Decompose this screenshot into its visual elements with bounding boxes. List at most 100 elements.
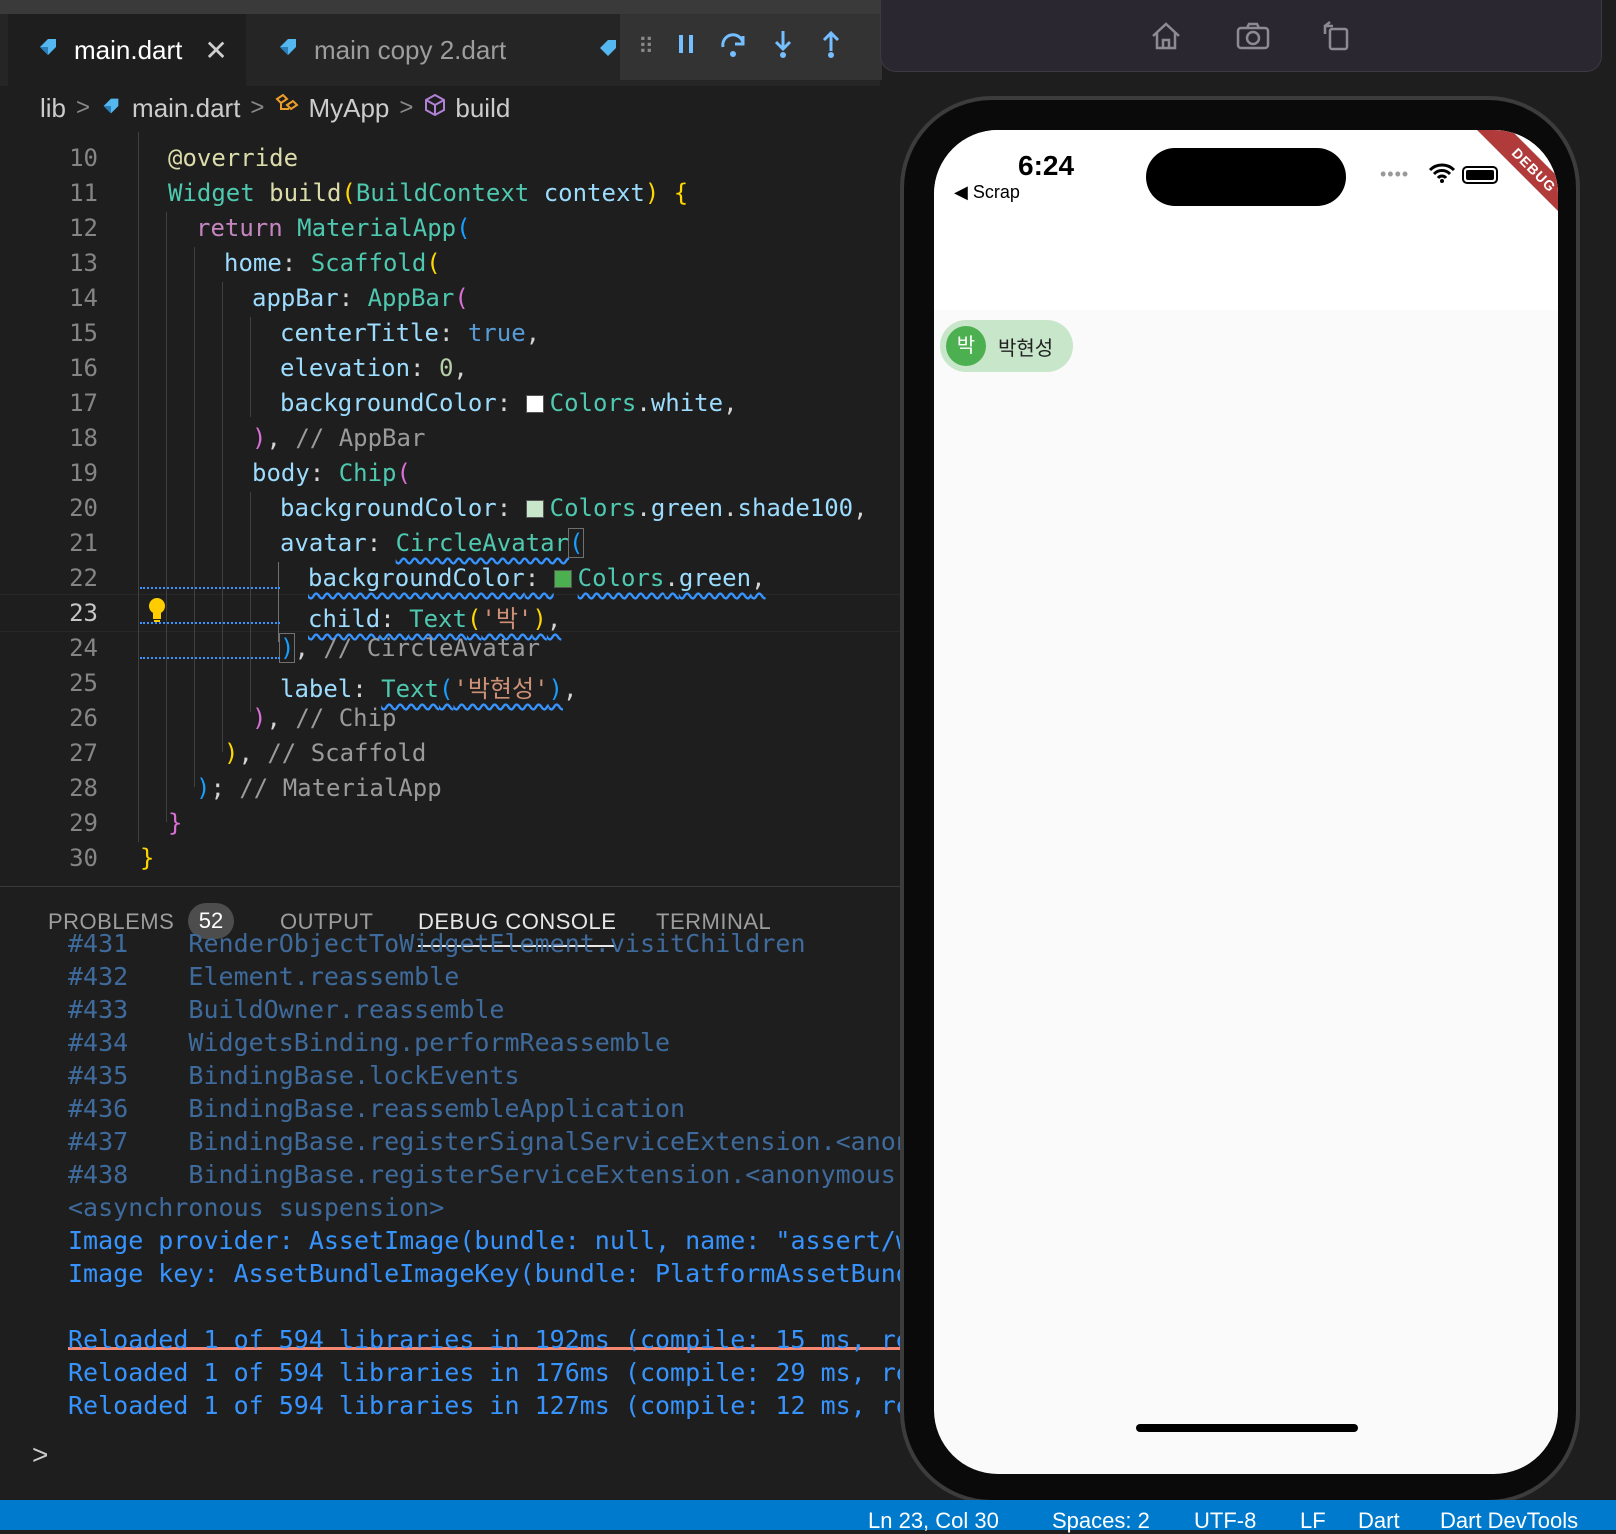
breadcrumb-class[interactable]: MyApp [308, 93, 389, 124]
close-icon[interactable]: ✕ [204, 34, 227, 67]
chip-label: 박현성 [998, 337, 1054, 360]
line-number: 21 [69, 529, 98, 557]
console-line: #432 Element.reassemble [68, 962, 460, 991]
color-swatch-green-shade100[interactable] [525, 500, 544, 518]
status-time: 6:24 [1018, 150, 1075, 181]
console-line: #433 BuildOwner.reassemble [68, 995, 505, 1024]
window-top-strip [0, 0, 880, 14]
line-number: 24 [69, 634, 98, 662]
color-swatch-white[interactable] [525, 395, 544, 413]
console-line: #431 RenderObjectToWidgetElement.visitCh… [68, 929, 806, 958]
pause-icon[interactable] [676, 31, 696, 63]
dart-devtools-button[interactable]: Dart DevTools [1440, 1508, 1578, 1534]
reload-line: Reloaded 1 of 594 libraries in 192ms (co… [68, 1325, 900, 1354]
signal-icon: •••• [1380, 164, 1410, 184]
line-number: 28 [69, 774, 98, 802]
line-number: 18 [69, 424, 98, 452]
line-number: 26 [69, 704, 98, 732]
step-into-icon[interactable] [770, 29, 796, 66]
color-swatch-green[interactable] [553, 570, 572, 588]
line-number: 14 [69, 284, 98, 312]
screenshot-icon[interactable] [1235, 20, 1271, 57]
indent-guide [250, 317, 251, 417]
encoding-setting[interactable]: UTF-8 [1194, 1508, 1256, 1534]
code-line-17: backgroundColor: Colors.white, [280, 389, 738, 417]
method-icon [423, 93, 447, 124]
breadcrumb: lib > main.dart > MyApp > build [0, 86, 880, 130]
code-line-24: ), // CircleAvatar [278, 633, 541, 663]
tab-main-dart[interactable]: main.dart ✕ [8, 14, 246, 86]
line-number: 23 [69, 599, 98, 627]
indent-guide [194, 247, 195, 787]
line-number: 16 [69, 354, 98, 382]
breadcrumb-method[interactable]: build [455, 93, 510, 124]
code-line-28: ); // MaterialApp [196, 774, 442, 802]
lightbulb-icon[interactable] [146, 596, 168, 628]
line-number: 13 [69, 249, 98, 277]
chevron-right-icon: > [76, 94, 91, 121]
step-over-icon[interactable] [718, 29, 748, 66]
code-line-30: } [140, 844, 155, 872]
code-line-10: @override [168, 144, 299, 172]
line-number: 17 [69, 389, 98, 417]
indent-guide [222, 282, 223, 752]
simulator-toolbar [880, 0, 1602, 72]
code-line-25: label: Text('박현성'), [280, 675, 578, 703]
battery-icon [1462, 166, 1498, 184]
console-line: #438 BindingBase.registerServiceExtensio… [68, 1160, 900, 1189]
indent-guide [278, 562, 279, 642]
code-line-18: ), // AppBar [252, 424, 426, 452]
line-number: 11 [69, 179, 98, 207]
console-line: #435 BindingBase.lockEvents [68, 1061, 520, 1090]
home-icon[interactable] [1149, 20, 1183, 57]
code-line-27: ), // Scaffold [224, 739, 427, 767]
rotate-icon[interactable] [1321, 20, 1351, 57]
warning-squiggle [140, 587, 280, 589]
console-line: Image key: AssetBundleImageKey(bundle: P… [68, 1259, 900, 1288]
dart-file-icon [36, 35, 60, 66]
reload-line: Reloaded 1 of 594 libraries in 127ms (co… [68, 1391, 900, 1420]
indentation-setting[interactable]: Spaces: 2 [1052, 1508, 1150, 1534]
bottom-panel: PROBLEMS 52 OUTPUT DEBUG CONSOLE TERMINA… [0, 886, 900, 1485]
class-icon [274, 93, 300, 124]
drag-handle-icon[interactable]: ⠿ [638, 34, 654, 60]
warning-squiggle [140, 657, 280, 659]
code-line-15: centerTitle: true, [280, 319, 541, 347]
breadcrumb-lib[interactable]: lib [40, 93, 66, 124]
chevron-right-icon: > [250, 94, 265, 121]
tab-label: main.dart [74, 34, 183, 65]
tab-main-copy-2-dart[interactable]: main copy 2.dart [248, 14, 570, 86]
language-mode[interactable]: Dart [1358, 1508, 1400, 1534]
line-number: 20 [69, 494, 98, 522]
eol-setting[interactable]: LF [1300, 1508, 1326, 1534]
line-number: 10 [69, 144, 98, 172]
reload-line: Reloaded 1 of 594 libraries in 176ms (co… [68, 1358, 900, 1387]
back-to-app-link[interactable]: ◀ Scrap [954, 182, 1020, 203]
editor-scrollbar-area [1580, 72, 1616, 1500]
tab-label: main copy 2.dart [314, 34, 507, 65]
home-indicator[interactable] [1136, 1424, 1358, 1432]
line-number: 19 [69, 459, 98, 487]
iphone-simulator: 6:24 ◀ Scrap •••• DEBUG 박 박현성 [900, 96, 1580, 1504]
chip-avatar: 박 [946, 326, 986, 366]
dart-file-icon[interactable] [596, 36, 620, 65]
line-number: 30 [69, 844, 98, 872]
console-line: #437 BindingBase.registerSignalServiceEx… [68, 1127, 900, 1156]
dart-file-icon [100, 93, 122, 124]
line-number: 12 [69, 214, 98, 242]
cursor-position[interactable]: Ln 23, Col 30 [868, 1508, 999, 1534]
code-editor[interactable]: 10 11 12 13 14 15 16 17 18 19 20 21 22 23 24 25 26 27 28 29… [0, 132, 900, 886]
console-line: Image provider: AssetImage(bundle: null,… [68, 1226, 900, 1255]
wifi-icon [1428, 162, 1456, 189]
console-prompt[interactable]: > [32, 1439, 48, 1471]
breadcrumb-file[interactable]: main.dart [132, 93, 240, 124]
chip[interactable]: 박 박현성 [940, 320, 1074, 372]
line-number: 25 [69, 669, 98, 697]
debug-toolbar: ⠿ [620, 14, 882, 80]
status-bar: Ln 23, Col 30 Spaces: 2 UTF-8 LF Dart Da… [0, 1500, 1616, 1533]
indent-guide [138, 132, 139, 842]
line-number: 29 [69, 809, 98, 837]
indent-guide [166, 212, 167, 822]
chevron-right-icon: > [399, 94, 414, 121]
step-out-icon[interactable] [818, 29, 844, 66]
